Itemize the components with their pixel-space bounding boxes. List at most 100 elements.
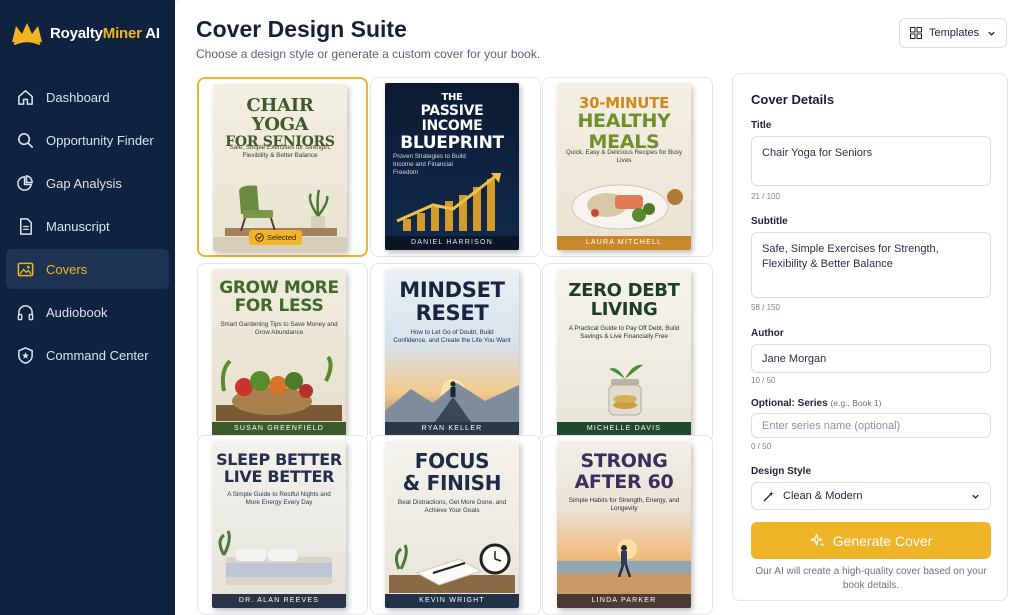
sidebar-item-label: Covers <box>46 261 88 277</box>
cover-author: DANIEL HARRISON <box>385 236 519 250</box>
brand-logo[interactable]: RoyaltyMiner AI <box>10 18 160 48</box>
image-icon <box>17 262 34 276</box>
sidebar-nav: Dashboard Opportunity Finder Gap Analysi… <box>0 74 175 378</box>
sidebar-item-opportunity-finder[interactable]: Opportunity Finder <box>6 120 169 160</box>
cover-author: KEVIN WRIGHT <box>385 594 519 608</box>
selected-badge: Selected <box>249 230 303 245</box>
sidebar-item-manuscript[interactable]: Manuscript <box>6 206 169 246</box>
sidebar-item-gap-analysis[interactable]: Gap Analysis <box>6 163 169 203</box>
home-icon <box>18 89 33 105</box>
design-style-select[interactable]: Clean & Modern <box>751 482 991 510</box>
cover-author: DR. ALAN REEVES <box>212 594 346 608</box>
cover-description: Simple Habits for Strength, Energy, and … <box>568 497 680 513</box>
brand-name: RoyaltyMiner AI <box>50 24 160 42</box>
sidebar-item-label: Manuscript <box>46 218 110 234</box>
food-bowl-illustration-icon <box>571 184 683 230</box>
sidebar-item-dashboard[interactable]: Dashboard <box>6 77 169 117</box>
cover-author: LAURA MITCHELL <box>557 236 691 250</box>
book-cover: FOCUS & FINISH Beat Distractions, Get Mor… <box>385 441 519 608</box>
cover-description: Quick, Easy & Delicious Recipes for Busy… <box>565 149 683 165</box>
design-style-label: Design Style <box>751 466 812 477</box>
sidebar-item-audiobook[interactable]: Audiobook <box>6 292 169 332</box>
sidebar-item-label: Audiobook <box>46 304 108 320</box>
check-circle-icon <box>255 233 264 242</box>
cover-title: FOCUS & FINISH <box>402 449 502 495</box>
templates-button[interactable]: Templates <box>899 18 1007 48</box>
author-char-count: 10 / 50 <box>751 376 776 385</box>
cover-card-sleep-better[interactable]: SLEEP BETTER LIVE BETTER A Simple Guide t… <box>197 435 368 615</box>
cover-description: Beat Distractions, Get More Done, and Ac… <box>397 499 507 515</box>
design-style-value: Clean & Modern <box>783 490 863 502</box>
cover-card-chair-yoga[interactable]: CHAIR YOGA FOR SENIORS Safe, Simple Exerc… <box>197 77 368 257</box>
chair-illustration-icon <box>225 185 337 236</box>
cover-title: ZERO DEBT LIVING <box>568 280 680 321</box>
cover-description: Safe, Simple Exercises for Strength, Fle… <box>229 144 331 160</box>
shield-icon <box>18 346 33 364</box>
cover-card-healthy-meals[interactable]: 30-MINUTE HEALTHY MEALS Quick, Easy & De… <box>542 77 713 257</box>
cover-card-passive-income[interactable]: THE PASSIVE INCOME BLUEPRINT Proven Stra… <box>370 77 541 257</box>
generate-cover-button[interactable]: Generate Cover <box>751 522 991 559</box>
sidebar-item-label: Opportunity Finder <box>46 132 154 148</box>
coin-jar-illustration-icon <box>608 364 643 416</box>
cover-author: RYAN KELLER <box>385 422 519 436</box>
chevron-down-icon <box>988 31 995 36</box>
author-label: Author <box>751 328 784 339</box>
book-cover: CHAIR YOGA FOR SENIORS Safe, Simple Exerc… <box>213 84 347 251</box>
templates-label: Templates <box>929 27 980 39</box>
cover-card-strong-after-60[interactable]: STRONG AFTER 60 Simple Habits for Strengt… <box>542 435 713 615</box>
cover-title: THE PASSIVE INCOME BLUEPRINT <box>400 92 504 154</box>
series-hint: (e.g., Book 1) <box>830 398 882 408</box>
cover-card-mindset-reset[interactable]: MINDSET RESET How to Let Go of Doubt, Bui… <box>370 263 541 443</box>
cover-author: LINDA PARKER <box>557 594 691 608</box>
cover-title: STRONG AFTER 60 <box>574 450 674 493</box>
cover-card-focus-finish[interactable]: FOCUS & FINISH Beat Distractions, Get Mor… <box>370 435 541 615</box>
cover-card-zero-debt[interactable]: ZERO DEBT LIVING A Practical Guide to Pay… <box>542 263 713 443</box>
cover-title: 30-MINUTE HEALTHY MEALS <box>577 94 671 153</box>
cover-title: CHAIR YOGA FOR SENIORS <box>225 95 335 150</box>
book-cover: THE PASSIVE INCOME BLUEPRINT Proven Stra… <box>385 83 519 250</box>
search-icon <box>18 132 34 148</box>
main-content: Cover Design Suite Choose a design style… <box>175 0 1024 615</box>
page-title: Cover Design Suite <box>196 16 407 42</box>
growth-chart-illustration-icon <box>396 173 501 231</box>
book-cover: STRONG AFTER 60 Simple Habits for Strengt… <box>557 441 691 608</box>
sidebar-item-command-center[interactable]: Command Center <box>6 335 169 375</box>
cover-title: GROW MORE FOR LESS <box>219 278 339 317</box>
subtitle-label: Subtitle <box>751 216 788 227</box>
sidebar-item-label: Command Center <box>46 347 149 363</box>
bed-illustration-icon <box>218 530 332 585</box>
chevron-down-icon <box>972 494 979 499</box>
cover-title: SLEEP BETTER LIVE BETTER <box>216 450 342 487</box>
generate-cover-label: Generate Cover <box>832 532 933 549</box>
subtitle-char-count: 58 / 150 <box>751 303 780 312</box>
pie-chart-icon <box>17 174 33 191</box>
crown-book-icon <box>12 23 42 46</box>
title-field[interactable]: Chair Yoga for Seniors <box>751 136 991 186</box>
cover-title: MINDSET RESET <box>399 278 505 325</box>
book-cover: 30-MINUTE HEALTHY MEALS Quick, Easy & De… <box>557 83 691 250</box>
document-icon <box>19 217 32 235</box>
author-field[interactable]: Jane Morgan <box>751 344 991 373</box>
title-label: Title <box>751 120 772 131</box>
wand-icon <box>763 490 775 502</box>
cover-card-grow-more[interactable]: GROW MORE FOR LESS Smart Gardening Tips t… <box>197 263 368 443</box>
book-cover: GROW MORE FOR LESS Smart Gardening Tips t… <box>212 269 346 436</box>
cover-author: SUSAN GREENFIELD <box>212 422 346 436</box>
series-char-count: 0 / 50 <box>751 442 772 451</box>
mountain-figure-illustration-icon <box>385 379 519 422</box>
sidebar-item-covers[interactable]: Covers <box>6 249 169 289</box>
grid-icon <box>910 27 922 39</box>
clock-notebook-illustration-icon <box>389 543 515 593</box>
series-label: Optional: Series (e.g., Book 1) <box>751 398 882 409</box>
subtitle-field[interactable]: Safe, Simple Exercises for Strength, Fle… <box>751 232 991 298</box>
cover-description: How to Let Go of Doubt, Build Confidence… <box>393 329 511 345</box>
series-field[interactable]: Enter series name (optional) <box>751 413 991 438</box>
headphones-icon <box>17 304 34 320</box>
book-cover: ZERO DEBT LIVING A Practical Guide to Pay… <box>557 269 691 436</box>
sidebar-item-label: Dashboard <box>46 89 110 105</box>
cover-description: Smart Gardening Tips to Save Money and G… <box>220 321 338 337</box>
cover-details-panel: Cover Details Title Chair Yoga for Senio… <box>732 73 1008 601</box>
runner-beach-illustration-icon <box>557 539 691 594</box>
sparkle-icon <box>810 533 825 548</box>
book-cover: SLEEP BETTER LIVE BETTER A Simple Guide t… <box>212 441 346 608</box>
